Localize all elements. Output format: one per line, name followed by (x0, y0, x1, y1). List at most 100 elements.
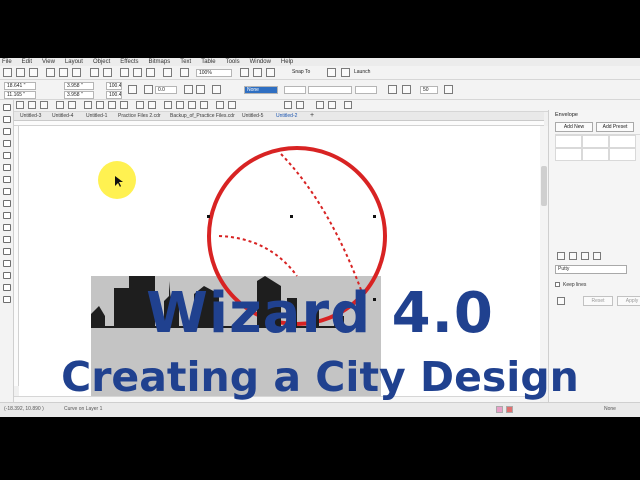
single-arc-mode-icon[interactable] (569, 252, 577, 260)
tab-untitled-4[interactable]: Untitled-4 (52, 112, 73, 121)
intersect-icon[interactable] (188, 101, 196, 109)
close-curve-icon[interactable] (388, 85, 397, 94)
start-arrowhead-dropdown[interactable] (284, 86, 306, 94)
snap-to-dropdown[interactable]: Snap To (290, 69, 322, 77)
menu-view[interactable]: View (42, 58, 55, 66)
import-icon[interactable] (133, 68, 142, 77)
preset-slot[interactable] (555, 148, 582, 161)
cut-icon[interactable] (46, 68, 55, 77)
double-arc-mode-icon[interactable] (581, 252, 589, 260)
symmetrical-node-icon[interactable] (136, 101, 144, 109)
redo-icon[interactable] (103, 68, 112, 77)
tab-practice-files-2[interactable]: Practice Files 2.cdr (118, 112, 161, 121)
freehand-tool-icon[interactable] (3, 152, 11, 159)
tab-untitled-5[interactable]: Untitled-5 (242, 112, 263, 121)
delete-node-icon[interactable] (40, 101, 48, 109)
menu-effects[interactable]: Effects (120, 58, 138, 66)
show-rulers-icon[interactable] (253, 68, 262, 77)
menu-window[interactable]: Window (250, 58, 271, 66)
add-preset-button[interactable]: Add Preset (596, 122, 634, 132)
preset-slot[interactable] (555, 135, 582, 148)
y-position-field[interactable]: 11.165 " (4, 91, 36, 99)
pdf-icon[interactable] (163, 68, 172, 77)
trim-icon[interactable] (176, 101, 184, 109)
unconstrained-mode-icon[interactable] (593, 252, 601, 260)
selection-handle-tl[interactable] (207, 215, 210, 218)
scale-width-field[interactable]: 100.4 (106, 82, 122, 90)
tab-untitled-3[interactable]: Untitled-3 (20, 112, 41, 121)
width-field[interactable]: 3.958 " (64, 82, 94, 90)
mirror-horizontal-icon[interactable] (184, 85, 193, 94)
gear-icon[interactable] (327, 68, 336, 77)
mapping-mode-select[interactable]: Putty (555, 265, 627, 274)
copy-icon[interactable] (59, 68, 68, 77)
menu-object[interactable]: Object (93, 58, 110, 66)
combine-icon[interactable] (284, 101, 292, 109)
export-icon[interactable] (146, 68, 155, 77)
drop-shadow-icon[interactable] (3, 248, 11, 255)
break-curve-icon[interactable] (68, 101, 76, 109)
to-line-icon[interactable] (84, 101, 92, 109)
to-curve-icon[interactable] (96, 101, 104, 109)
show-grid-icon[interactable] (266, 68, 275, 77)
new-document-icon[interactable] (3, 68, 12, 77)
ellipse-tool-icon[interactable] (3, 188, 11, 195)
paste-icon[interactable] (72, 68, 81, 77)
preset-slot[interactable] (582, 135, 609, 148)
weld-icon[interactable] (164, 101, 172, 109)
open-icon[interactable] (16, 68, 25, 77)
menu-layout[interactable]: Layout (65, 58, 83, 66)
straight-line-mode-icon[interactable] (557, 252, 565, 260)
quick-customize-icon[interactable] (444, 85, 453, 94)
preset-slot[interactable] (609, 148, 636, 161)
tab-backup-practice-files[interactable]: Backup_of_Practice Files.cdr (170, 112, 235, 121)
menu-file[interactable]: File (2, 58, 12, 66)
cusp-node-icon[interactable] (108, 101, 116, 109)
outline-swatch[interactable] (506, 406, 513, 413)
mirror-vertical-icon[interactable] (196, 85, 205, 94)
to-front-icon[interactable] (316, 101, 324, 109)
search-icon[interactable] (120, 68, 129, 77)
zoom-level-field[interactable]: 100% (196, 69, 232, 77)
vertical-scrollbar-thumb[interactable] (541, 166, 547, 206)
undo-icon[interactable] (90, 68, 99, 77)
add-tab-icon[interactable]: + (310, 112, 314, 120)
end-arrowhead-dropdown[interactable] (355, 86, 377, 94)
app-launcher-icon[interactable] (180, 68, 189, 77)
menu-table[interactable]: Table (201, 58, 215, 66)
selection-handle-tr[interactable] (373, 215, 376, 218)
extend-curve-icon[interactable] (148, 101, 156, 109)
polygon-tool-icon[interactable] (3, 200, 11, 207)
shape-tool-icon[interactable] (3, 116, 11, 123)
tab-untitled-1[interactable]: Untitled-1 (86, 112, 107, 121)
outline-width-field[interactable]: None (244, 86, 278, 94)
save-icon[interactable] (29, 68, 38, 77)
eyedropper-icon[interactable] (3, 272, 11, 279)
line-style-dropdown[interactable] (308, 86, 352, 94)
selection-handle-tc[interactable] (290, 215, 293, 218)
to-back-icon[interactable] (328, 101, 336, 109)
launch-dropdown[interactable]: Launch (352, 69, 382, 77)
node-tool-icon[interactable] (16, 101, 24, 109)
transparency-icon[interactable] (3, 260, 11, 267)
text-tool-icon[interactable] (3, 212, 11, 219)
pick-tool-icon[interactable] (3, 104, 11, 111)
crop-tool-icon[interactable] (3, 128, 11, 135)
convert-to-curves-icon[interactable] (344, 101, 352, 109)
add-node-icon[interactable] (28, 101, 36, 109)
menu-edit[interactable]: Edit (22, 58, 32, 66)
break-apart-icon[interactable] (296, 101, 304, 109)
zoom-tool-icon[interactable] (3, 140, 11, 147)
preset-slot[interactable] (582, 148, 609, 161)
rectangle-tool-icon[interactable] (3, 176, 11, 183)
join-nodes-icon[interactable] (56, 101, 64, 109)
parallel-dimension-icon[interactable] (3, 224, 11, 231)
simplify-icon[interactable] (200, 101, 208, 109)
menu-bitmaps[interactable]: Bitmaps (149, 58, 171, 66)
artistic-media-icon[interactable] (3, 164, 11, 171)
full-screen-icon[interactable] (240, 68, 249, 77)
rotation-angle-field[interactable]: 0.0 (155, 86, 177, 94)
smoothing-field[interactable]: 50 (420, 86, 438, 94)
menu-help[interactable]: Help (281, 58, 293, 66)
add-new-button[interactable]: Add New (555, 122, 593, 132)
